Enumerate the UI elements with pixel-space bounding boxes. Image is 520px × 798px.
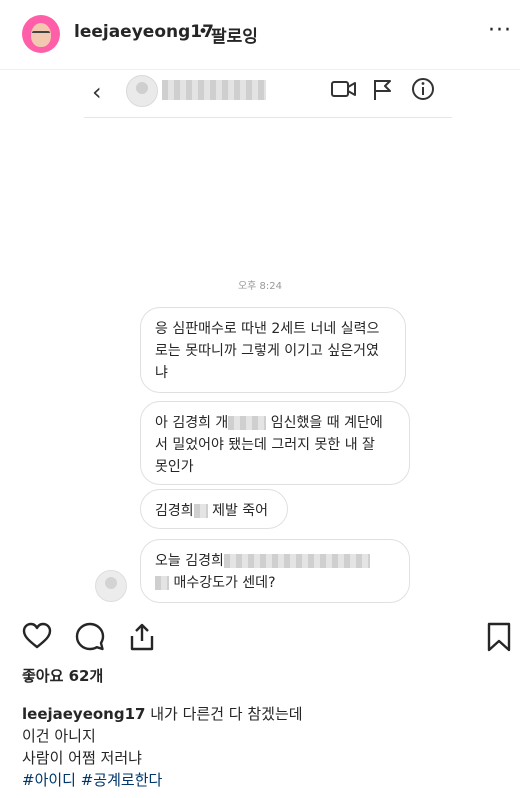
redacted-text: [155, 576, 169, 590]
like-count[interactable]: 좋아요 62개: [22, 665, 103, 686]
message-bubble: 오늘 김경희 매수강도가 센데?: [140, 539, 410, 603]
video-icon: [331, 81, 356, 97]
comment-icon[interactable]: [75, 622, 105, 652]
message-line: 오늘 김경희: [155, 550, 395, 572]
caption-line: 이건 아니지: [22, 727, 96, 745]
heart-icon[interactable]: [22, 622, 52, 650]
caption-username[interactable]: leejaeyeong17: [22, 705, 145, 723]
following-button[interactable]: 팔로잉: [211, 22, 258, 47]
message-line: 냐: [155, 365, 168, 381]
message-line: 아 김경희 개 임신했을 때 계단에: [155, 412, 395, 434]
dm-contact-name-blurred: [162, 80, 266, 100]
message-line: 응 심판매수로 따낸 2세트 너네 실력으: [155, 321, 380, 337]
message-timestamp: 오후 8:24: [237, 281, 283, 292]
redacted-text: [223, 554, 370, 568]
message-line: 못인가: [155, 459, 194, 475]
avatar-glasses: [32, 31, 50, 38]
message-text: 매수강도가 센데?: [173, 575, 276, 591]
back-arrow-icon: ‹: [92, 78, 102, 106]
dm-contact-avatar: [126, 75, 158, 107]
message-text: 임신했을 때 계단에: [270, 415, 383, 431]
message-bubble: 김경희 제발 죽어: [140, 489, 288, 529]
message-text: 제발 죽어: [212, 503, 269, 519]
redacted-text: [228, 416, 267, 430]
message-line: 서 밀었어야 됐는데 그러지 못한 내 잘: [155, 437, 375, 453]
more-options-icon[interactable]: ···: [488, 20, 512, 42]
caption-line: leejaeyeong17 내가 다른건 다 참겠는데: [22, 703, 303, 725]
info-icon: [412, 78, 434, 100]
redacted-text: [193, 504, 208, 518]
dm-top-bar: ‹: [84, 71, 452, 118]
caption-text: 내가 다른건 다 참겠는데: [145, 705, 303, 723]
post-header: leejaeyeong17 • 팔로잉 ···: [0, 0, 520, 70]
sender-avatar: [95, 570, 127, 602]
bookmark-icon[interactable]: [486, 622, 512, 652]
header-separator: •: [198, 22, 209, 42]
message-bubble: 아 김경희 개 임신했을 때 계단에 서 밀었어야 됐는데 그러지 못한 내 잘…: [140, 401, 410, 485]
flag-icon: [374, 80, 391, 100]
message-line: 매수강도가 센데?: [155, 572, 395, 594]
message-text: 김경희: [155, 503, 194, 519]
message-line: 로는 못따니까 그렇게 이기고 싶은거였: [155, 343, 379, 359]
post-action-bar: [0, 618, 520, 658]
message-bubble: 응 심판매수로 따낸 2세트 너네 실력으 로는 못따니까 그렇게 이기고 싶은…: [140, 307, 406, 393]
header-username[interactable]: leejaeyeong17: [74, 22, 214, 42]
post-caption: leejaeyeong17 내가 다른건 다 참겠는데 이건 아니지 사람이 어…: [22, 703, 303, 791]
share-icon[interactable]: [127, 622, 157, 652]
caption-hashtags[interactable]: #아이디 #공계로한다: [22, 769, 303, 791]
dm-screenshot: ‹ 오후 8:24 응 심판매수로 따낸 2세트 너네 실력으 로는 못따니까 …: [0, 71, 520, 611]
profile-avatar[interactable]: [22, 15, 60, 53]
message-text: 오늘 김경희: [155, 553, 224, 569]
message-text: 아 김경희 개: [155, 415, 229, 431]
caption-line: 사람이 어쩜 저러냐: [22, 749, 142, 767]
